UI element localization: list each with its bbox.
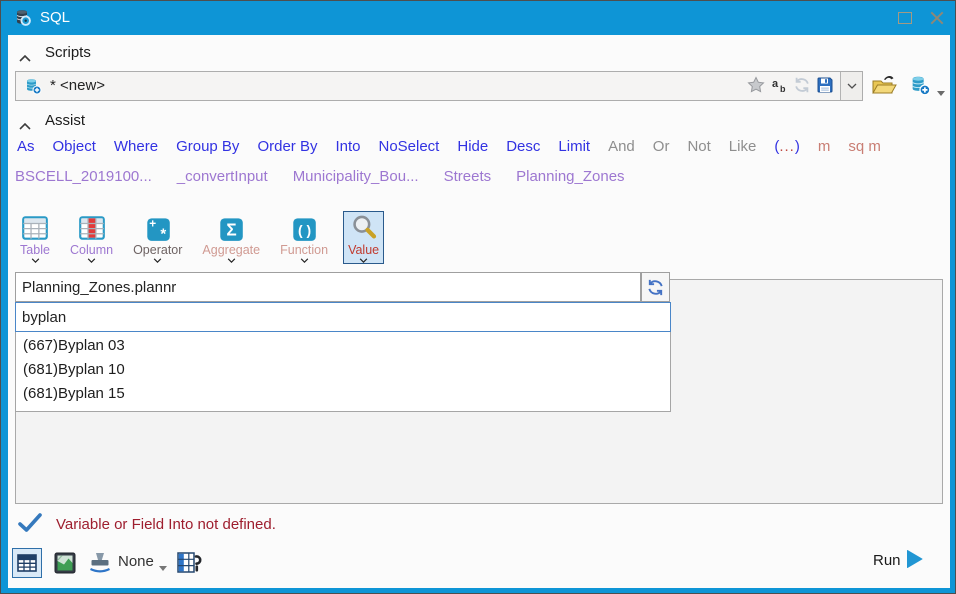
- value-list-item[interactable]: (681)Byplan 15: [16, 382, 670, 406]
- script-name: * <new>: [50, 72, 105, 100]
- keyword-like[interactable]: Like: [729, 138, 757, 155]
- collapse-assist-icon[interactable]: [19, 117, 31, 125]
- column-button[interactable]: Column: [65, 211, 118, 264]
- titlebar[interactable]: SQL: [1, 1, 955, 35]
- value-expression-input[interactable]: [15, 272, 641, 302]
- stamp-mode-icon[interactable]: [87, 550, 113, 576]
- script-dropdown-chevron[interactable]: [840, 72, 862, 100]
- sigma-icon: Σ: [216, 213, 246, 243]
- favorite-star-icon[interactable]: [747, 76, 765, 94]
- database-add-icon: [24, 77, 42, 95]
- parentheses-icon: ( ): [289, 213, 319, 243]
- operator-button[interactable]: +* Operator: [128, 211, 187, 264]
- keyword-group-by[interactable]: Group By: [176, 138, 239, 155]
- table-link-row: BSCELL_2019100... _convertInput Municipa…: [15, 168, 625, 185]
- svg-text:( ): ( ): [298, 222, 311, 238]
- run-play-icon[interactable]: [906, 549, 924, 569]
- svg-text:+: +: [149, 217, 156, 230]
- run-button-label[interactable]: Run: [873, 552, 901, 569]
- keyword-limit[interactable]: Limit: [558, 138, 590, 155]
- column-grid-icon: [77, 213, 107, 243]
- open-folder-button[interactable]: [871, 73, 897, 102]
- svg-text:b: b: [780, 84, 786, 94]
- layer-mode-selector[interactable]: None: [118, 553, 154, 570]
- aggregate-dropdown-chevron: [227, 258, 236, 263]
- keyword-as[interactable]: As: [17, 138, 35, 155]
- magnifier-icon: [349, 213, 379, 243]
- assist-header[interactable]: Assist: [45, 112, 85, 129]
- function-dropdown-chevron: [300, 258, 309, 263]
- keyword-into[interactable]: Into: [335, 138, 360, 155]
- keyword-hide[interactable]: Hide: [457, 138, 488, 155]
- builder-toolbar: Table Column +* Operator Σ: [15, 211, 384, 264]
- keyword-or[interactable]: Or: [653, 138, 670, 155]
- rename-icon[interactable]: ab: [770, 76, 788, 94]
- value-button[interactable]: Value: [343, 211, 384, 264]
- table-dropdown-chevron: [31, 258, 40, 263]
- show-on-map-button[interactable]: [52, 550, 78, 576]
- keyword-desc[interactable]: Desc: [506, 138, 540, 155]
- script-selector[interactable]: * <new> ab: [15, 71, 863, 101]
- scripts-header[interactable]: Scripts: [45, 44, 91, 61]
- table-link-bscell[interactable]: BSCELL_2019100...: [15, 168, 152, 185]
- value-list-item[interactable]: (681)Byplan 10: [16, 358, 670, 382]
- keyword-where[interactable]: Where: [114, 138, 158, 155]
- refresh-script-icon[interactable]: [793, 76, 811, 94]
- svg-text:Σ: Σ: [227, 220, 237, 240]
- keyword-m[interactable]: m: [818, 138, 831, 155]
- keyword-and[interactable]: And: [608, 138, 635, 155]
- collapse-scripts-icon[interactable]: [19, 49, 31, 57]
- operator-dropdown-chevron: [153, 258, 162, 263]
- save-script-icon[interactable]: [816, 76, 834, 94]
- svg-text:*: *: [160, 226, 166, 243]
- operator-icon: +*: [143, 213, 173, 243]
- show-results-grid-button[interactable]: [12, 548, 42, 578]
- query-table-button[interactable]: [176, 549, 204, 577]
- status-message: Variable or Field Into not defined.: [56, 516, 276, 533]
- keyword-not[interactable]: Not: [687, 138, 710, 155]
- keyword-noselect[interactable]: NoSelect: [378, 138, 439, 155]
- keyword-object[interactable]: Object: [53, 138, 96, 155]
- svg-text:a: a: [772, 78, 779, 90]
- keyword-row: As Object Where Group By Order By Into N…: [17, 138, 881, 155]
- table-grid-icon: [20, 213, 50, 243]
- value-list: (667)Byplan 03 (681)Byplan 10 (681)Bypla…: [15, 332, 671, 412]
- value-search-input[interactable]: [15, 302, 671, 332]
- sql-database-icon: [14, 9, 32, 27]
- validation-check-icon: [18, 513, 42, 535]
- column-dropdown-chevron: [87, 258, 96, 263]
- keyword-ellipsis[interactable]: (...): [774, 138, 800, 155]
- window-title: SQL: [40, 1, 70, 34]
- aggregate-button[interactable]: Σ Aggregate: [197, 211, 265, 264]
- table-button[interactable]: Table: [15, 211, 55, 264]
- value-dropdown-chevron: [359, 258, 368, 263]
- table-link-municipality[interactable]: Municipality_Bou...: [293, 168, 419, 185]
- new-database-button[interactable]: [909, 74, 931, 101]
- maximize-button[interactable]: [898, 12, 912, 24]
- table-link-streets[interactable]: Streets: [444, 168, 492, 185]
- layer-mode-dropdown-icon[interactable]: [159, 558, 167, 576]
- new-database-dropdown-icon[interactable]: [937, 83, 945, 101]
- keyword-sq-m[interactable]: sq m: [848, 138, 881, 155]
- refresh-values-button[interactable]: [641, 272, 670, 302]
- table-link-planning-zones[interactable]: Planning_Zones: [516, 168, 624, 185]
- value-list-item[interactable]: (667)Byplan 03: [16, 334, 670, 358]
- close-button[interactable]: [929, 10, 945, 26]
- table-link-convertinput[interactable]: _convertInput: [177, 168, 268, 185]
- dialog-body: Scripts * <new> ab: [8, 35, 950, 588]
- function-button[interactable]: ( ) Function: [275, 211, 333, 264]
- keyword-order-by[interactable]: Order By: [257, 138, 317, 155]
- sql-dialog: SQL Scripts * <new>: [0, 0, 956, 594]
